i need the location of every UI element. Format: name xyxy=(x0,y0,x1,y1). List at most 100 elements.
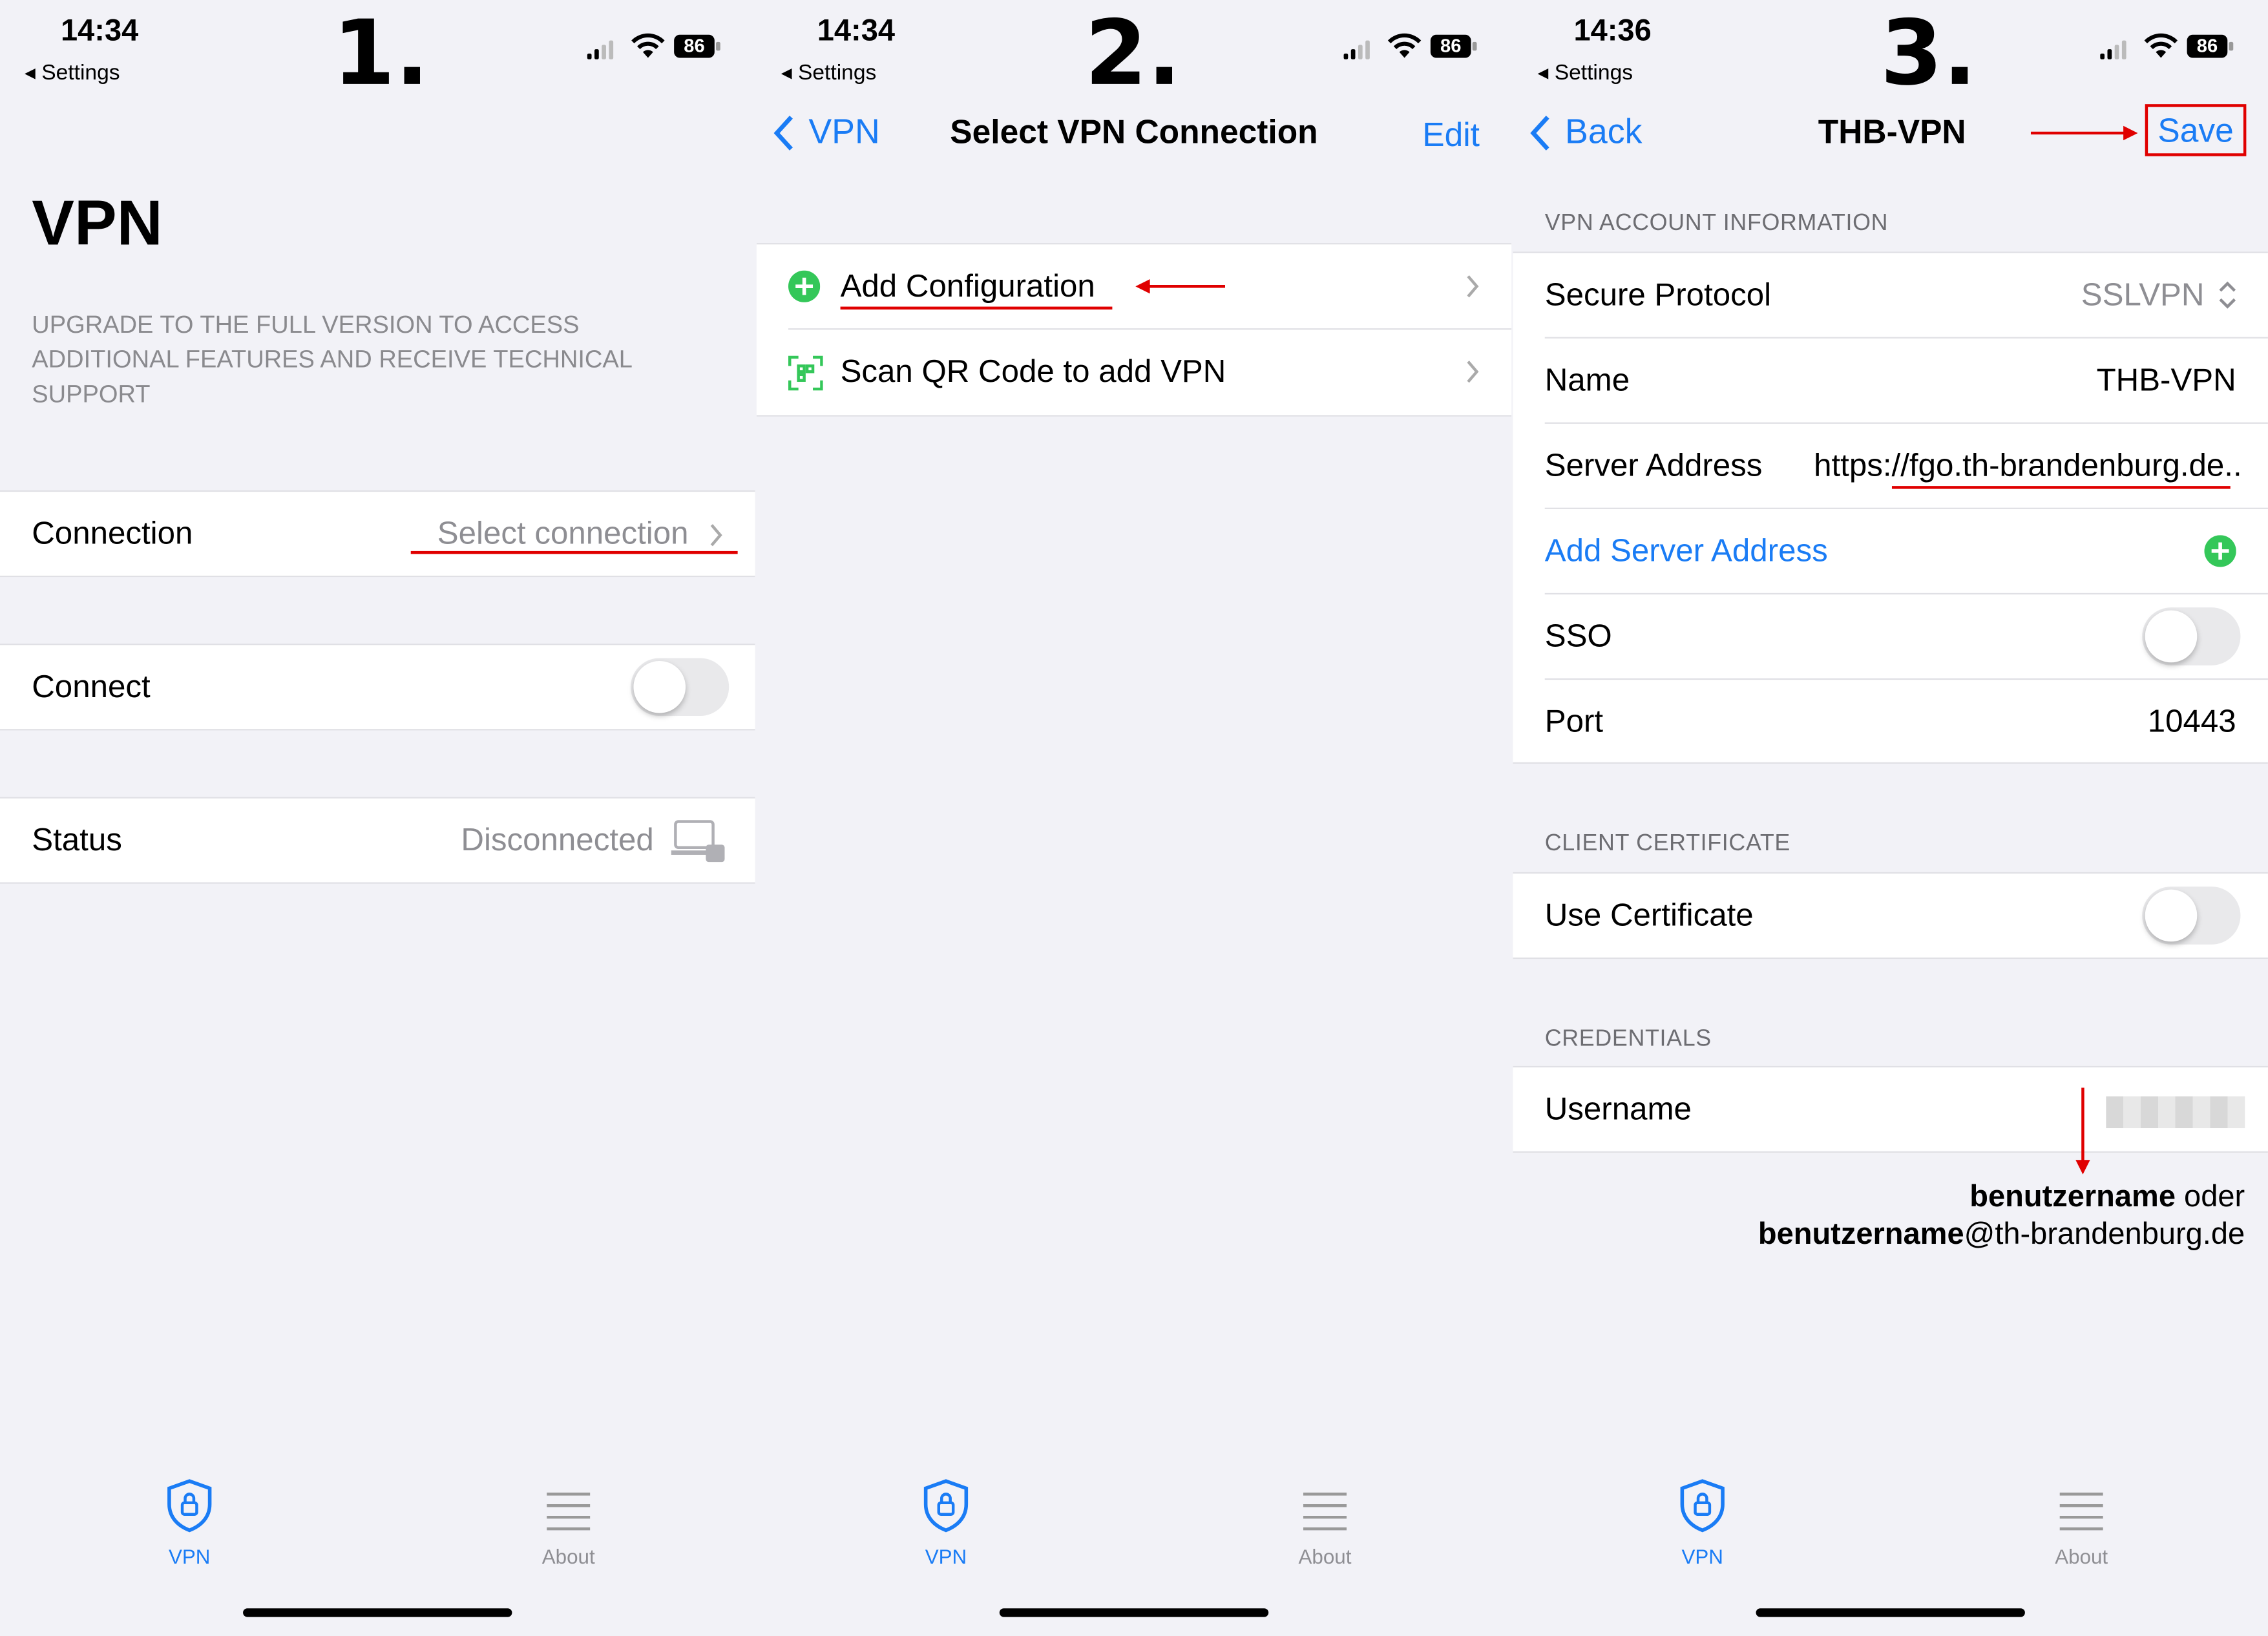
wifi-icon xyxy=(631,33,665,58)
list-icon xyxy=(547,1493,591,1531)
status-time: 14:34 xyxy=(61,14,139,48)
tab-about[interactable]: About xyxy=(1267,1478,1383,1568)
connection-value: Select connection xyxy=(437,514,689,551)
back-button[interactable]: Back xyxy=(1530,112,1643,154)
screen-vpn-home: 14:34 ◂ Settings 1. 86 VPN UPGRADE TO TH… xyxy=(0,0,755,1636)
add-server-address-row[interactable]: Add Server Address xyxy=(1513,509,2267,593)
tab-bar: VPN About xyxy=(0,1478,755,1580)
tab-about-label: About xyxy=(541,1544,595,1568)
chevron-right-icon xyxy=(1467,361,1479,383)
sso-label: SSO xyxy=(1544,617,1612,654)
section-header-credentials: CREDENTIALS xyxy=(1544,1027,1712,1052)
annotation-underline xyxy=(840,306,1113,310)
back-to-settings-link[interactable]: ◂ Settings xyxy=(781,59,877,85)
step-number: 1. xyxy=(332,0,430,106)
chevron-right-icon xyxy=(710,524,722,547)
signal-icon xyxy=(1343,39,1370,59)
server-address-label: Server Address xyxy=(1544,446,1763,483)
name-label: Name xyxy=(1544,361,1630,398)
tab-about[interactable]: About xyxy=(2024,1478,2139,1568)
list-icon xyxy=(1303,1493,1347,1531)
add-configuration-row[interactable]: Add Configuration xyxy=(757,244,1511,328)
username-label: Username xyxy=(1544,1090,1692,1127)
shield-lock-icon xyxy=(923,1479,969,1533)
add-server-address-label: Add Server Address xyxy=(1544,532,1828,569)
port-row[interactable]: Port 10443 xyxy=(1513,680,2267,762)
save-button[interactable]: Save xyxy=(2145,104,2247,156)
annotation-arrow-left-icon xyxy=(1135,279,1226,294)
protocol-value: SSLVPN xyxy=(2081,276,2205,313)
wifi-icon xyxy=(1387,33,1422,58)
tab-about-label: About xyxy=(2055,1544,2108,1568)
home-indicator xyxy=(999,1608,1269,1617)
server-address-row[interactable]: Server Address https://fgo.th-brandenbur… xyxy=(1513,424,2267,508)
annotation-underline xyxy=(410,551,738,554)
step-number: 3. xyxy=(1880,0,1977,106)
chevron-right-icon xyxy=(1467,275,1479,298)
add-configuration-label: Add Configuration xyxy=(840,267,1095,304)
protocol-row[interactable]: Secure Protocol SSLVPN xyxy=(1513,253,2267,337)
sso-toggle[interactable] xyxy=(2142,607,2241,666)
tab-vpn[interactable]: VPN xyxy=(1644,1478,1760,1568)
back-label: Back xyxy=(1565,112,1643,152)
use-certificate-toggle[interactable] xyxy=(2142,886,2241,945)
battery-icon: 86 xyxy=(1430,34,1477,58)
back-to-settings-link[interactable]: ◂ Settings xyxy=(25,59,120,85)
tab-about-label: About xyxy=(1298,1544,1352,1568)
nav-title: THB-VPN xyxy=(1818,112,1966,151)
username-note-line-2: benutzername@th-brandenburg.de xyxy=(1758,1217,2245,1254)
wifi-icon xyxy=(2144,33,2178,58)
redacted-username xyxy=(2106,1096,2245,1129)
chevron-left-icon xyxy=(1530,116,1549,151)
section-header-certificate: CLIENT CERTIFICATE xyxy=(1544,832,1790,857)
note-bold: benutzername xyxy=(1758,1217,1964,1252)
connection-label: Connection xyxy=(32,514,193,551)
connect-label: Connect xyxy=(32,668,151,705)
connection-row[interactable]: Connection Select connection xyxy=(0,490,755,578)
annotation-arrow-down-icon xyxy=(2075,1087,2090,1175)
port-value: 10443 xyxy=(2147,702,2236,739)
port-label: Port xyxy=(1544,702,1604,739)
edit-button[interactable]: Edit xyxy=(1422,116,1480,154)
nav-title: Select VPN Connection xyxy=(950,112,1318,151)
protocol-label: Secure Protocol xyxy=(1544,276,1772,313)
battery-icon: 86 xyxy=(674,34,720,58)
annotation-arrow-right-icon xyxy=(2030,125,2138,141)
shield-lock-icon xyxy=(1680,1479,1725,1533)
tutorial-collage: 14:34 ◂ Settings 1. 86 VPN UPGRADE TO TH… xyxy=(0,0,2268,1636)
tab-vpn[interactable]: VPN xyxy=(132,1478,247,1568)
back-to-settings-link[interactable]: ◂ Settings xyxy=(1538,59,1633,85)
add-circle-icon xyxy=(788,270,821,302)
tab-about[interactable]: About xyxy=(510,1478,626,1568)
note-text: @th-brandenburg.de xyxy=(1964,1217,2245,1252)
sso-row: SSO xyxy=(1513,594,2267,678)
tab-vpn-label: VPN xyxy=(1681,1544,1723,1568)
name-value: THB-VPN xyxy=(2096,361,2236,398)
scan-qr-row[interactable]: Scan QR Code to add VPN xyxy=(757,330,1511,414)
tab-bar: VPN About xyxy=(1513,1478,2267,1580)
tab-bar: VPN About xyxy=(757,1478,1511,1580)
qr-code-icon xyxy=(788,355,823,391)
upgrade-notice: UPGRADE TO THE FULL VERSION TO ACCESS AD… xyxy=(32,311,632,408)
signal-icon xyxy=(2100,39,2126,59)
note-bold: benutzername xyxy=(1969,1180,2176,1214)
name-row[interactable]: Name THB-VPN xyxy=(1513,339,2267,423)
scan-qr-label: Scan QR Code to add VPN xyxy=(840,353,1226,390)
username-row[interactable]: Username xyxy=(1513,1065,2268,1153)
shield-lock-icon xyxy=(167,1479,212,1533)
connect-row: Connect xyxy=(0,644,755,731)
add-circle-icon xyxy=(2204,535,2236,567)
screen-select-connection: 14:34 ◂ Settings 2. 86 VPN Select VPN Co… xyxy=(756,0,1512,1636)
username-format-note: benutzername oder benutzername@th-brande… xyxy=(1758,1179,2245,1253)
connect-toggle[interactable] xyxy=(630,658,730,717)
status-time: 14:34 xyxy=(817,14,896,48)
use-certificate-label: Use Certificate xyxy=(1544,896,1754,933)
username-note-line-1: benutzername oder xyxy=(1758,1179,2245,1216)
tab-vpn[interactable]: VPN xyxy=(888,1478,1003,1568)
tab-vpn-label: VPN xyxy=(168,1544,211,1568)
battery-icon: 86 xyxy=(2187,34,2234,58)
step-number: 2. xyxy=(1084,0,1182,106)
status-label: Status xyxy=(32,821,122,858)
annotation-underline xyxy=(1891,486,2231,489)
server-address-value: https://fgo.th-brandenburg.de.. xyxy=(1814,446,2242,483)
